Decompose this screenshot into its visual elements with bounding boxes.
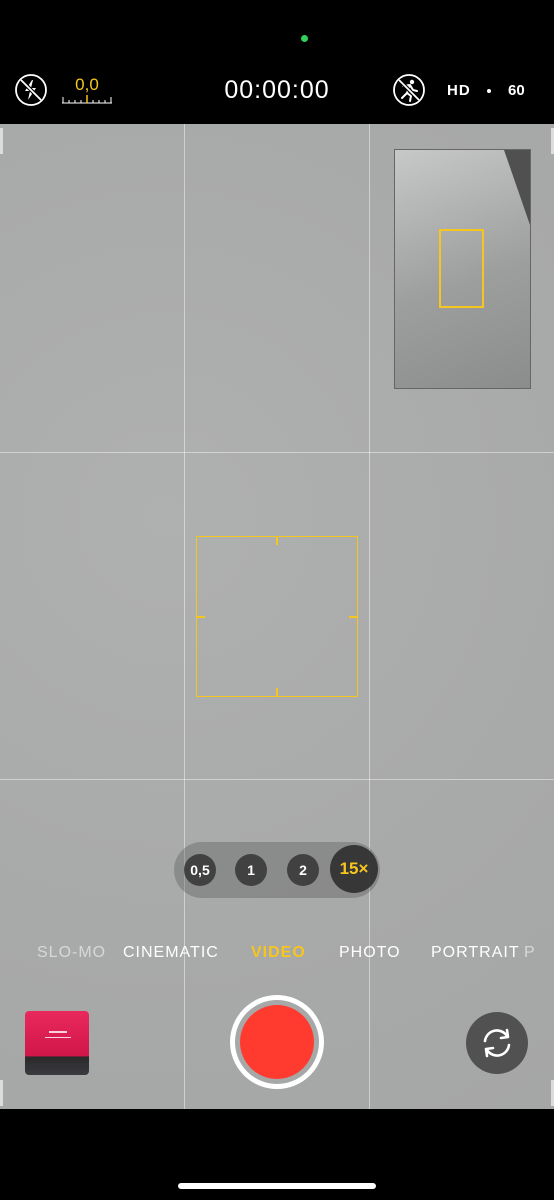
camera-flip-icon <box>483 1028 511 1058</box>
mode-pano[interactable]: P <box>524 944 536 962</box>
mode-cinematic[interactable]: CINEMATIC <box>123 944 219 962</box>
separator-dot <box>487 89 491 93</box>
zoom-active-button[interactable]: 15× <box>330 845 378 893</box>
mode-portrait[interactable]: PORTRAIT <box>431 944 520 962</box>
focus-tick <box>276 688 278 696</box>
zoom-1-button[interactable]: 1 <box>235 854 267 886</box>
resolution-toggle[interactable]: HD <box>447 82 471 99</box>
camera-flip-button[interactable] <box>466 1012 528 1074</box>
focus-tick <box>197 616 205 618</box>
zoom-overview-preview <box>394 149 531 389</box>
top-status-bar <box>0 0 554 124</box>
frame-corner <box>0 1080 3 1106</box>
action-mode-off-icon[interactable] <box>391 72 427 108</box>
focus-tick <box>349 616 357 618</box>
focus-square <box>196 536 358 697</box>
recording-timer: 00:00:00 <box>224 76 330 104</box>
focus-tick <box>276 537 278 545</box>
preview-shadow <box>504 150 530 225</box>
thumbnail-text-line <box>45 1037 71 1038</box>
frame-rate-toggle[interactable]: 60 <box>508 82 525 99</box>
grid-line <box>0 779 554 780</box>
frame-corner <box>0 128 3 154</box>
zoom-2-button[interactable]: 2 <box>287 854 319 886</box>
mode-video[interactable]: VIDEO <box>251 944 306 962</box>
mode-photo[interactable]: PHOTO <box>339 944 401 962</box>
record-button[interactable] <box>240 1005 314 1079</box>
last-media-thumbnail[interactable] <box>25 1011 89 1075</box>
camera-in-use-indicator <box>301 35 308 42</box>
preview-zoom-region <box>439 229 484 308</box>
grid-line <box>0 452 554 453</box>
thumbnail-text-line <box>49 1031 67 1033</box>
zoom-0-5-button[interactable]: 0,5 <box>184 854 216 886</box>
home-indicator[interactable] <box>178 1183 376 1189</box>
mode-slomo[interactable]: SLO-MO <box>37 944 106 962</box>
